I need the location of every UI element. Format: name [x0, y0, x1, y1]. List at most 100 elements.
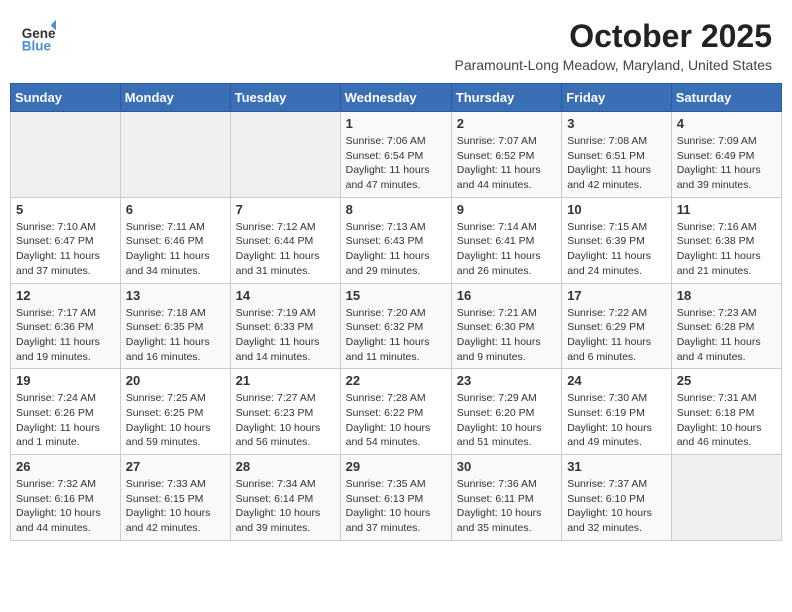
day-info: Sunrise: 7:29 AM Sunset: 6:20 PM Dayligh…: [457, 391, 556, 450]
day-info: Sunrise: 7:30 AM Sunset: 6:19 PM Dayligh…: [567, 391, 666, 450]
day-info: Sunrise: 7:20 AM Sunset: 6:32 PM Dayligh…: [346, 306, 446, 365]
calendar-cell: 2Sunrise: 7:07 AM Sunset: 6:52 PM Daylig…: [451, 112, 561, 198]
day-number: 7: [236, 202, 335, 217]
day-info: Sunrise: 7:15 AM Sunset: 6:39 PM Dayligh…: [567, 220, 666, 279]
logo: General Blue: [20, 18, 58, 54]
day-number: 3: [567, 116, 666, 131]
calendar-cell: 16Sunrise: 7:21 AM Sunset: 6:30 PM Dayli…: [451, 283, 561, 369]
calendar-cell: 30 Sunrise: 7:36 AM Sunset: 6:11 PM Dayli…: [451, 455, 561, 541]
day-number: 15: [346, 288, 446, 303]
title-section: October 2025 Paramount-Long Meadow, Mary…: [454, 18, 772, 73]
calendar-cell: 12 Sunrise: 7:17 AM Sunset: 6:36 PM Dayli…: [11, 283, 121, 369]
day-number: 27: [126, 459, 225, 474]
calendar-cell: 15 Sunrise: 7:20 AM Sunset: 6:32 PM Dayli…: [340, 283, 451, 369]
day-number: 10: [567, 202, 666, 217]
calendar-cell: 13 Sunrise: 7:18 AM Sunset: 6:35 PM Dayli…: [120, 283, 230, 369]
calendar-table: SundayMondayTuesdayWednesdayThursdayFrid…: [10, 83, 782, 541]
day-of-week-header: Saturday: [671, 84, 781, 112]
day-number: 30: [457, 459, 556, 474]
calendar-cell: [230, 112, 340, 198]
day-number: 14: [236, 288, 335, 303]
day-number: 23: [457, 373, 556, 388]
day-info: Sunrise: 7:27 AM Sunset: 6:23 PM Dayligh…: [236, 391, 335, 450]
day-info: Sunrise: 7:24 AM Sunset: 6:26 PM Dayligh…: [16, 391, 115, 450]
calendar-cell: 9Sunrise: 7:14 AM Sunset: 6:41 PM Daylig…: [451, 197, 561, 283]
calendar-cell: 23 Sunrise: 7:29 AM Sunset: 6:20 PM Dayli…: [451, 369, 561, 455]
day-info: Sunrise: 7:32 AM Sunset: 6:16 PM Dayligh…: [16, 477, 115, 536]
day-info: Sunrise: 7:17 AM Sunset: 6:36 PM Dayligh…: [16, 306, 115, 365]
day-info: Sunrise: 7:14 AM Sunset: 6:41 PM Dayligh…: [457, 220, 556, 279]
day-number: 25: [677, 373, 776, 388]
day-of-week-header: Friday: [562, 84, 672, 112]
day-number: 31: [567, 459, 666, 474]
day-info: Sunrise: 7:23 AM Sunset: 6:28 PM Dayligh…: [677, 306, 776, 365]
day-number: 2: [457, 116, 556, 131]
location-title: Paramount-Long Meadow, Maryland, United …: [454, 57, 772, 73]
day-info: Sunrise: 7:28 AM Sunset: 6:22 PM Dayligh…: [346, 391, 446, 450]
calendar-cell: 19 Sunrise: 7:24 AM Sunset: 6:26 PM Dayli…: [11, 369, 121, 455]
day-number: 22: [346, 373, 446, 388]
day-number: 11: [677, 202, 776, 217]
day-number: 1: [346, 116, 446, 131]
day-info: Sunrise: 7:37 AM Sunset: 6:10 PM Dayligh…: [567, 477, 666, 536]
calendar-cell: 24 Sunrise: 7:30 AM Sunset: 6:19 PM Dayli…: [562, 369, 672, 455]
calendar-cell: 17 Sunrise: 7:22 AM Sunset: 6:29 PM Dayli…: [562, 283, 672, 369]
calendar-header-row: SundayMondayTuesdayWednesdayThursdayFrid…: [11, 84, 782, 112]
svg-text:Blue: Blue: [22, 38, 52, 53]
day-info: Sunrise: 7:25 AM Sunset: 6:25 PM Dayligh…: [126, 391, 225, 450]
calendar-week-row: 5 Sunrise: 7:10 AM Sunset: 6:47 PM Daylig…: [11, 197, 782, 283]
calendar-cell: 21 Sunrise: 7:27 AM Sunset: 6:23 PM Dayli…: [230, 369, 340, 455]
day-number: 17: [567, 288, 666, 303]
day-number: 12: [16, 288, 115, 303]
day-info: Sunrise: 7:36 AM Sunset: 6:11 PM Dayligh…: [457, 477, 556, 536]
day-info: Sunrise: 7:31 AM Sunset: 6:18 PM Dayligh…: [677, 391, 776, 450]
calendar-cell: 25 Sunrise: 7:31 AM Sunset: 6:18 PM Dayli…: [671, 369, 781, 455]
day-info: Sunrise: 7:34 AM Sunset: 6:14 PM Dayligh…: [236, 477, 335, 536]
calendar-cell: 10 Sunrise: 7:15 AM Sunset: 6:39 PM Dayli…: [562, 197, 672, 283]
calendar-cell: 31 Sunrise: 7:37 AM Sunset: 6:10 PM Dayli…: [562, 455, 672, 541]
day-number: 19: [16, 373, 115, 388]
calendar-cell: 4 Sunrise: 7:09 AM Sunset: 6:49 PM Daylig…: [671, 112, 781, 198]
day-number: 24: [567, 373, 666, 388]
calendar-cell: 20Sunrise: 7:25 AM Sunset: 6:25 PM Dayli…: [120, 369, 230, 455]
day-of-week-header: Monday: [120, 84, 230, 112]
day-info: Sunrise: 7:22 AM Sunset: 6:29 PM Dayligh…: [567, 306, 666, 365]
day-of-week-header: Thursday: [451, 84, 561, 112]
day-number: 5: [16, 202, 115, 217]
calendar-week-row: 12 Sunrise: 7:17 AM Sunset: 6:36 PM Dayli…: [11, 283, 782, 369]
day-number: 16: [457, 288, 556, 303]
day-info: Sunrise: 7:35 AM Sunset: 6:13 PM Dayligh…: [346, 477, 446, 536]
day-number: 8: [346, 202, 446, 217]
day-number: 29: [346, 459, 446, 474]
calendar-cell: 7Sunrise: 7:12 AM Sunset: 6:44 PM Daylig…: [230, 197, 340, 283]
calendar-cell: 11Sunrise: 7:16 AM Sunset: 6:38 PM Dayli…: [671, 197, 781, 283]
day-info: Sunrise: 7:09 AM Sunset: 6:49 PM Dayligh…: [677, 134, 776, 193]
calendar-cell: 8Sunrise: 7:13 AM Sunset: 6:43 PM Daylig…: [340, 197, 451, 283]
day-number: 6: [126, 202, 225, 217]
calendar-cell: [671, 455, 781, 541]
day-number: 26: [16, 459, 115, 474]
day-number: 18: [677, 288, 776, 303]
day-info: Sunrise: 7:33 AM Sunset: 6:15 PM Dayligh…: [126, 477, 225, 536]
day-of-week-header: Wednesday: [340, 84, 451, 112]
day-info: Sunrise: 7:10 AM Sunset: 6:47 PM Dayligh…: [16, 220, 115, 279]
calendar-cell: 18 Sunrise: 7:23 AM Sunset: 6:28 PM Dayli…: [671, 283, 781, 369]
calendar-cell: [120, 112, 230, 198]
day-info: Sunrise: 7:08 AM Sunset: 6:51 PM Dayligh…: [567, 134, 666, 193]
day-number: 28: [236, 459, 335, 474]
calendar-week-row: 26 Sunrise: 7:32 AM Sunset: 6:16 PM Dayli…: [11, 455, 782, 541]
calendar-cell: 28 Sunrise: 7:34 AM Sunset: 6:14 PM Dayli…: [230, 455, 340, 541]
day-info: Sunrise: 7:11 AM Sunset: 6:46 PM Dayligh…: [126, 220, 225, 279]
calendar-cell: 6 Sunrise: 7:11 AM Sunset: 6:46 PM Daylig…: [120, 197, 230, 283]
day-info: Sunrise: 7:18 AM Sunset: 6:35 PM Dayligh…: [126, 306, 225, 365]
day-number: 4: [677, 116, 776, 131]
day-info: Sunrise: 7:19 AM Sunset: 6:33 PM Dayligh…: [236, 306, 335, 365]
calendar-cell: 26 Sunrise: 7:32 AM Sunset: 6:16 PM Dayli…: [11, 455, 121, 541]
calendar-week-row: 19 Sunrise: 7:24 AM Sunset: 6:26 PM Dayli…: [11, 369, 782, 455]
calendar-cell: 22 Sunrise: 7:28 AM Sunset: 6:22 PM Dayli…: [340, 369, 451, 455]
calendar-cell: 5 Sunrise: 7:10 AM Sunset: 6:47 PM Daylig…: [11, 197, 121, 283]
day-number: 21: [236, 373, 335, 388]
calendar-cell: [11, 112, 121, 198]
day-number: 13: [126, 288, 225, 303]
day-of-week-header: Tuesday: [230, 84, 340, 112]
